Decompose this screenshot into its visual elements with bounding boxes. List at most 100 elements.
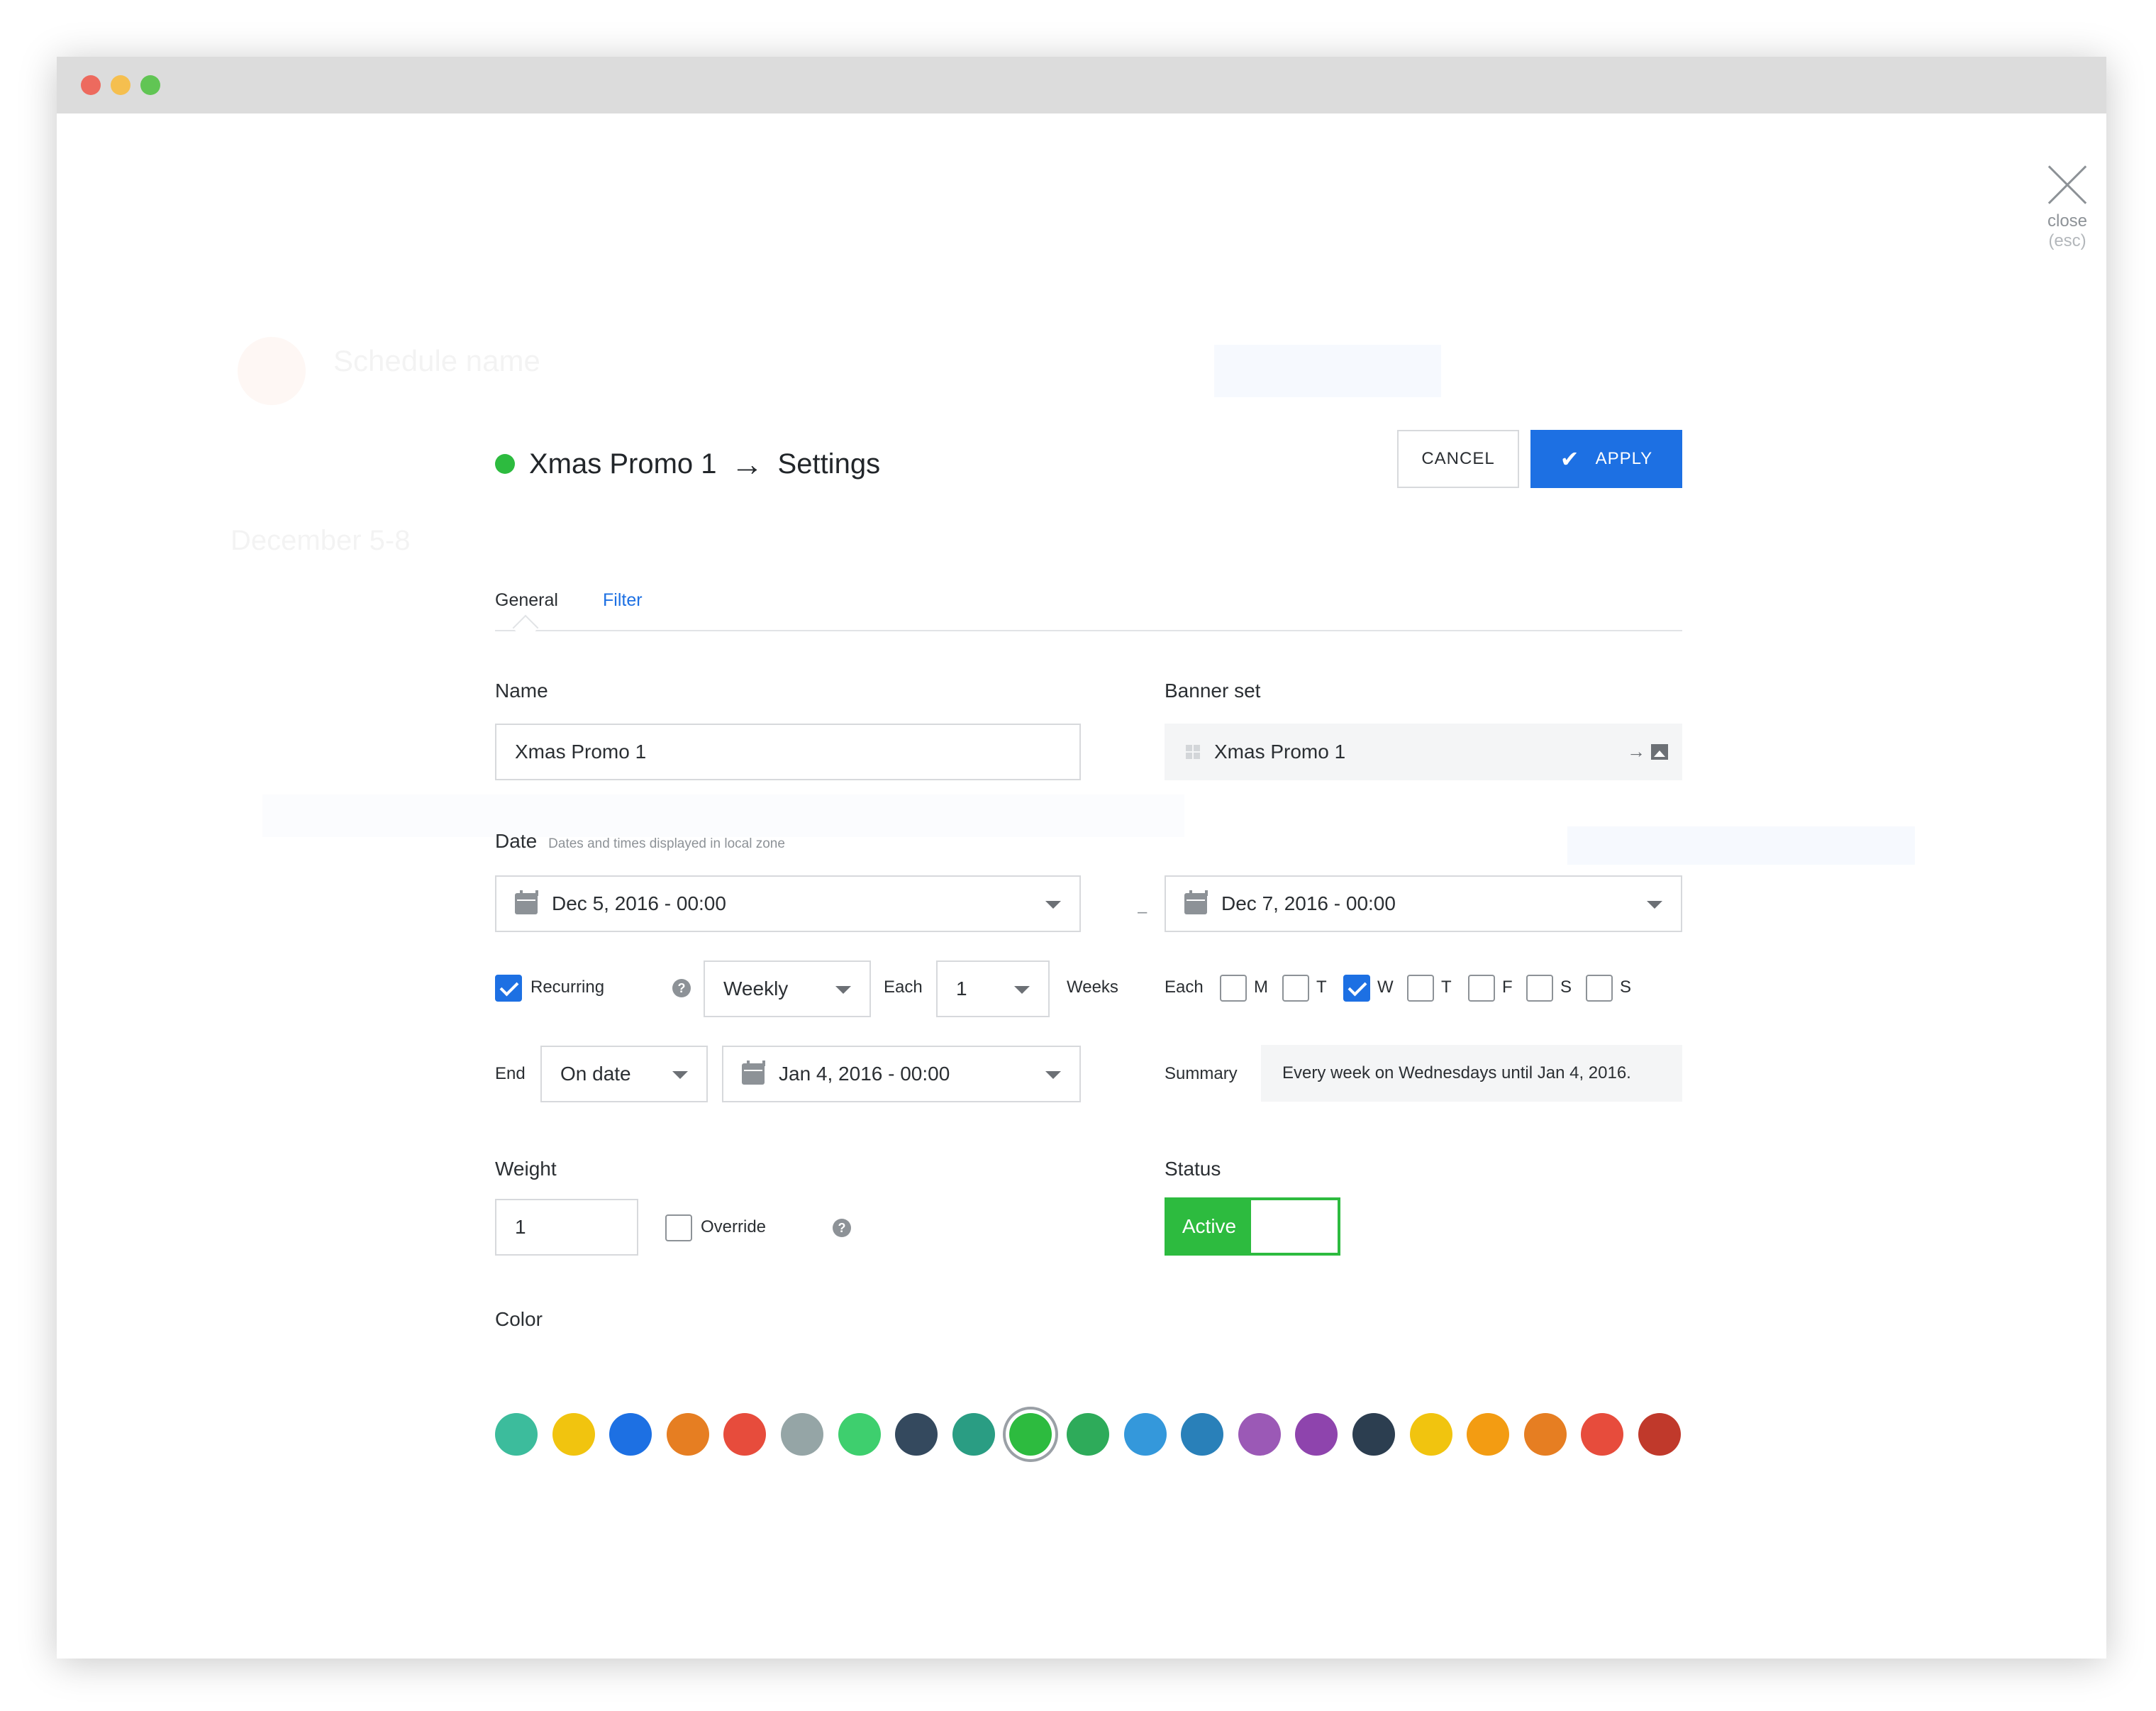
summary-text: Every week on Wednesdays until Jan 4, 20… xyxy=(1282,1063,1631,1082)
apply-button[interactable]: ✔ APPLY xyxy=(1530,430,1682,488)
chevron-down-icon xyxy=(1045,1071,1061,1079)
color-swatch[interactable] xyxy=(895,1413,938,1456)
weekday-checkbox-thu[interactable] xyxy=(1407,975,1434,1002)
each-label: Each xyxy=(884,978,923,997)
tab-filter[interactable]: Filter xyxy=(603,590,643,611)
calendar-icon xyxy=(1184,890,1208,914)
close-shortcut-hint: (esc) xyxy=(2048,231,2086,250)
color-swatch[interactable] xyxy=(1581,1413,1624,1456)
color-swatch[interactable] xyxy=(1009,1413,1052,1456)
interval-unit-label: Weeks xyxy=(1067,978,1118,997)
weekday-checkbox-mon[interactable] xyxy=(1220,975,1247,1002)
color-swatch[interactable] xyxy=(1123,1413,1167,1456)
date-hint: Dates and times displayed in local zone xyxy=(548,836,785,851)
close-label: close xyxy=(2047,211,2088,231)
weekday-label: S xyxy=(1560,978,1572,997)
page-content: Schedule name December 5-8 close (esc) X… xyxy=(57,113,2106,1659)
weekday-label: T xyxy=(1316,978,1327,997)
arrow-right-icon[interactable]: → xyxy=(1627,741,1645,763)
tab-bar: General Filter xyxy=(495,582,1682,631)
weekday-checkbox-sun[interactable] xyxy=(1586,975,1613,1002)
frequency-select[interactable]: Weekly xyxy=(704,960,871,1017)
status-toggle-on: Active xyxy=(1167,1200,1251,1253)
background-logo xyxy=(238,337,306,405)
override-checkbox[interactable] xyxy=(665,1214,692,1241)
name-label: Name xyxy=(495,680,548,702)
color-swatch[interactable] xyxy=(1523,1413,1567,1456)
chevron-down-icon xyxy=(672,1071,688,1079)
start-date-picker[interactable]: Dec 5, 2016 - 00:00 xyxy=(495,875,1081,932)
color-swatch[interactable] xyxy=(1352,1413,1395,1456)
status-toggle[interactable]: Active xyxy=(1165,1197,1340,1256)
override-label: Override xyxy=(701,1217,767,1236)
recurring-label: Recurring xyxy=(530,978,605,997)
banner-set-field[interactable]: Xmas Promo 1 → xyxy=(1165,724,1682,780)
color-swatch[interactable] xyxy=(1181,1413,1224,1456)
color-swatch[interactable] xyxy=(552,1413,595,1456)
cancel-label: CANCEL xyxy=(1421,449,1495,468)
close-button[interactable]: close (esc) xyxy=(2014,163,2106,291)
weekday-checkbox-wed[interactable] xyxy=(1343,975,1370,1002)
status-dot-icon xyxy=(495,454,515,474)
color-swatch[interactable] xyxy=(952,1413,995,1456)
frequency-value: Weekly xyxy=(723,978,789,1000)
name-input[interactable]: Xmas Promo 1 xyxy=(495,724,1081,780)
window-maximize-dot[interactable] xyxy=(140,75,160,95)
color-swatch[interactable] xyxy=(666,1413,709,1456)
background-subtitle: December 5-8 xyxy=(230,525,411,556)
cancel-button[interactable]: CANCEL xyxy=(1397,430,1519,488)
checkmark-icon: ✔ xyxy=(1560,446,1580,472)
end-label: End xyxy=(495,1064,526,1083)
grid-icon xyxy=(1186,745,1200,759)
color-swatch[interactable] xyxy=(1409,1413,1452,1456)
chevron-down-icon xyxy=(1045,901,1061,909)
weekday-label: T xyxy=(1441,978,1452,997)
page-name: Settings xyxy=(777,448,881,480)
image-icon[interactable] xyxy=(1651,743,1668,760)
weekday-label: F xyxy=(1502,978,1513,997)
color-swatch[interactable] xyxy=(781,1413,823,1456)
browser-window: Schedule name December 5-8 close (esc) X… xyxy=(57,57,2106,1659)
apply-label: APPLY xyxy=(1595,449,1653,468)
weight-input[interactable]: 1 xyxy=(495,1199,638,1256)
help-icon[interactable]: ? xyxy=(672,979,691,997)
recurring-checkbox[interactable] xyxy=(495,975,522,1002)
weight-label: Weight xyxy=(495,1158,557,1180)
window-minimize-dot[interactable] xyxy=(111,75,130,95)
color-swatch[interactable] xyxy=(1238,1413,1281,1456)
end-mode-select[interactable]: On date xyxy=(540,1046,708,1102)
color-swatch[interactable] xyxy=(1067,1413,1109,1456)
weight-value: 1 xyxy=(515,1216,526,1238)
color-swatch[interactable] xyxy=(838,1413,881,1456)
end-date-until-picker[interactable]: Jan 4, 2016 - 00:00 xyxy=(722,1046,1081,1102)
weekday-checkbox-tue[interactable] xyxy=(1282,975,1309,1002)
close-icon[interactable] xyxy=(2046,163,2089,206)
color-swatch[interactable] xyxy=(609,1413,652,1456)
chevron-down-icon xyxy=(1647,901,1662,909)
weekday-label: S xyxy=(1620,978,1632,997)
color-swatch[interactable] xyxy=(1638,1413,1681,1456)
window-close-dot[interactable] xyxy=(81,75,101,95)
color-swatch[interactable] xyxy=(495,1413,538,1456)
date-label-text: Date xyxy=(495,830,538,852)
interval-value: 1 xyxy=(956,978,967,1000)
calendar-icon xyxy=(742,1061,765,1085)
chevron-down-icon xyxy=(835,986,851,994)
color-swatch-row xyxy=(495,1413,1701,1458)
weekday-checkbox-sat[interactable] xyxy=(1526,975,1553,1002)
color-swatch[interactable] xyxy=(1467,1413,1510,1456)
color-label: Color xyxy=(495,1308,543,1330)
status-value: Active xyxy=(1182,1215,1237,1237)
weekday-checkbox-fri[interactable] xyxy=(1468,975,1495,1002)
color-swatch[interactable] xyxy=(723,1413,767,1456)
start-date-value: Dec 5, 2016 - 00:00 xyxy=(552,892,726,914)
settings-modal: Xmas Promo 1 → Settings CANCEL ✔ APPLY G… xyxy=(495,113,1682,1603)
end-date-picker[interactable]: Dec 7, 2016 - 00:00 xyxy=(1165,875,1682,932)
date-range-separator: – xyxy=(1138,902,1148,921)
help-icon[interactable]: ? xyxy=(833,1219,851,1237)
tab-general[interactable]: General xyxy=(495,590,558,611)
chevron-down-icon xyxy=(1014,986,1030,994)
interval-select[interactable]: 1 xyxy=(936,960,1050,1017)
weekday-label: M xyxy=(1254,978,1268,997)
color-swatch[interactable] xyxy=(1295,1413,1338,1456)
